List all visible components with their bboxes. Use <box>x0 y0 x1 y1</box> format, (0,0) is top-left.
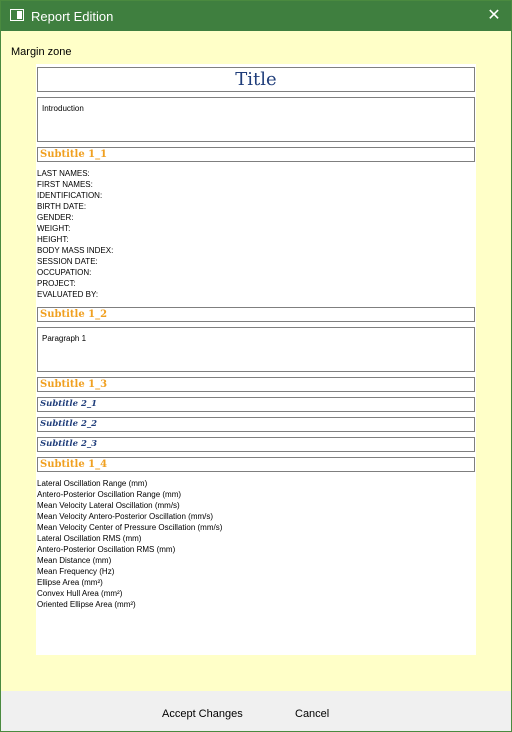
dialog-footer: Accept Changes Cancel <box>1 691 511 731</box>
patient-field-label: EVALUATED BY: <box>37 290 99 299</box>
metric-label: Lateral Oscillation RMS (mm) <box>37 534 142 543</box>
report-edition-window: Report Edition ✕ Margin zone Title Intro… <box>0 0 512 732</box>
metric-label: Mean Frequency (Hz) <box>37 567 115 576</box>
patient-field-label: GENDER: <box>37 213 74 222</box>
report-page: Title Introduction Subtitle 1_1 LAST NAM… <box>36 64 476 655</box>
patient-field-label: FIRST NAMES: <box>37 180 93 189</box>
patient-field-label: SESSION DATE: <box>37 257 98 266</box>
accept-changes-button[interactable]: Accept Changes <box>162 708 243 720</box>
metric-label: Mean Velocity Lateral Oscillation (mm/s) <box>37 501 180 510</box>
paragraph-1-field[interactable]: Paragraph 1 <box>37 327 475 372</box>
subtitle-2-1-field[interactable]: Subtitle 2_1 <box>37 397 475 412</box>
cancel-button[interactable]: Cancel <box>295 708 329 720</box>
subtitle-1-3-field[interactable]: Subtitle 1_3 <box>37 377 475 392</box>
metric-label: Convex Hull Area (mm²) <box>37 589 123 598</box>
metric-label: Antero-Posterior Oscillation RMS (mm) <box>37 545 176 554</box>
window-title: Report Edition <box>31 9 114 24</box>
metric-label: Ellipse Area (mm²) <box>37 578 103 587</box>
subtitle-2-2-field[interactable]: Subtitle 2_2 <box>37 417 475 432</box>
close-button[interactable]: ✕ <box>483 5 505 27</box>
app-window-icon <box>10 9 24 21</box>
metric-label: Mean Velocity Antero-Posterior Oscillati… <box>37 512 214 521</box>
patient-field-label: LAST NAMES: <box>37 169 90 178</box>
patient-field-label: IDENTIFICATION: <box>37 191 103 200</box>
report-title-field[interactable]: Title <box>37 67 475 92</box>
metric-label: Mean Distance (mm) <box>37 556 112 565</box>
metric-label: Lateral Oscillation Range (mm) <box>37 479 148 488</box>
margin-zone-label: Margin zone <box>11 46 72 58</box>
patient-field-label: BODY MASS INDEX: <box>37 246 114 255</box>
patient-field-label: HEIGHT: <box>37 235 69 244</box>
metric-label: Mean Velocity Center of Pressure Oscilla… <box>37 523 223 532</box>
introduction-field[interactable]: Introduction <box>37 97 475 142</box>
metric-label: Antero-Posterior Oscillation Range (mm) <box>37 490 182 499</box>
metric-label: Oriented Ellipse Area (mm²) <box>37 600 136 609</box>
patient-field-label: BIRTH DATE: <box>37 202 87 211</box>
subtitle-1-4-field[interactable]: Subtitle 1_4 <box>37 457 475 472</box>
subtitle-2-3-field[interactable]: Subtitle 2_3 <box>37 437 475 452</box>
patient-field-label: OCCUPATION: <box>37 268 92 277</box>
subtitle-1-2-field[interactable]: Subtitle 1_2 <box>37 307 475 322</box>
subtitle-1-1-field[interactable]: Subtitle 1_1 <box>37 147 475 162</box>
title-bar: Report Edition ✕ <box>1 1 511 31</box>
patient-fields-list: LAST NAMES: FIRST NAMES: IDENTIFICATION: BI… <box>37 168 113 300</box>
patient-field-label: WEIGHT: <box>37 224 71 233</box>
metrics-list: Lateral Oscillation Range (mm) Antero-Pos… <box>37 478 222 610</box>
close-icon: ✕ <box>487 7 501 24</box>
patient-field-label: PROJECT: <box>37 279 76 288</box>
